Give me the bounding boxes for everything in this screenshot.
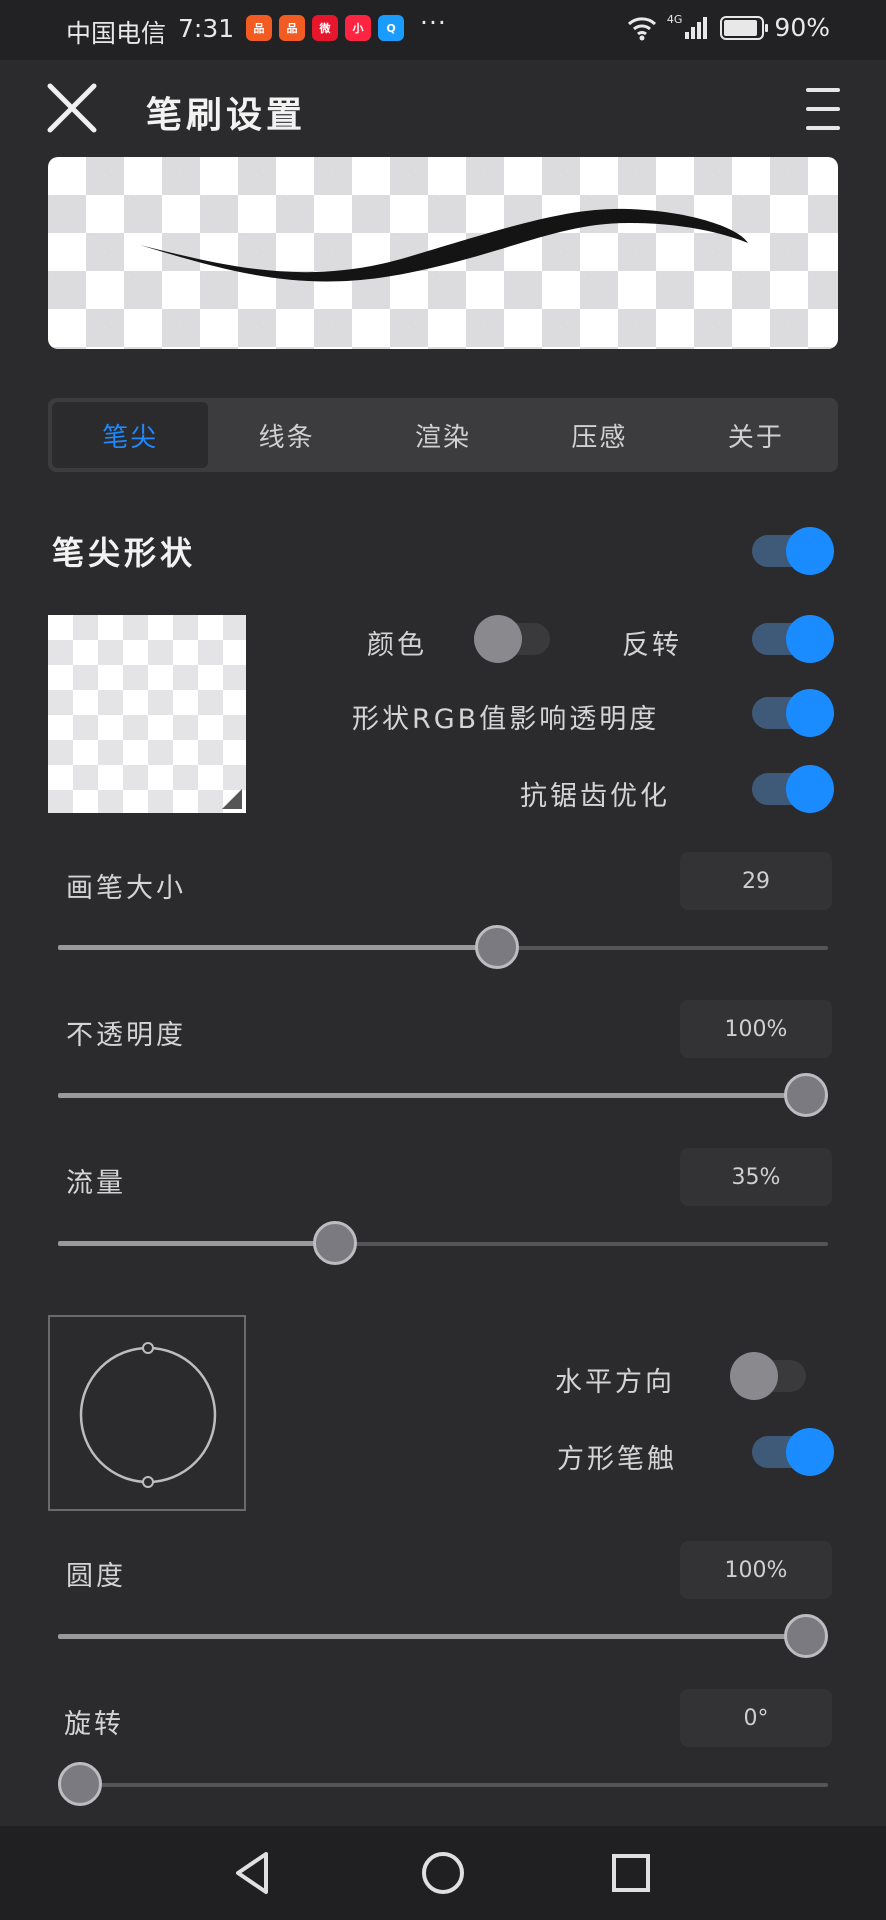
battery-level (724, 19, 757, 36)
nav-recents-button[interactable] (606, 1848, 656, 1898)
carrier-label: 中国电信 (66, 19, 167, 48)
slider-fill (58, 945, 497, 950)
flow-value-input[interactable]: 35% (680, 1148, 832, 1206)
invert-option-label: 反转 (622, 630, 682, 661)
system-indicators: 4G 90% (627, 13, 830, 42)
toggle-knob (474, 615, 522, 663)
nav-home-button[interactable] (418, 1848, 468, 1898)
status-bar: 中国电信 7:31 品品微小Q ··· 4G 90% (0, 0, 886, 60)
tab-0[interactable]: 笔尖 (52, 402, 209, 468)
xiaohongshu-icon: 小 (345, 15, 371, 41)
flow-label: 流量 (66, 1168, 126, 1199)
opacity-label: 不透明度 (66, 1020, 186, 1051)
roundness-label: 圆度 (66, 1561, 126, 1592)
close-icon (47, 83, 97, 133)
battery-icon (720, 15, 769, 40)
clock: 7:31 (178, 14, 235, 43)
slider-rail (58, 1783, 828, 1787)
stroke-preview (48, 157, 838, 349)
wifi-icon (627, 16, 656, 40)
toggle-knob (786, 1428, 834, 1476)
rotation-slider[interactable] (58, 1762, 828, 1808)
rotation-label: 旋转 (64, 1709, 124, 1740)
slider-thumb[interactable] (58, 1762, 102, 1806)
menu-icon (806, 88, 840, 92)
weibo-icon: 微 (312, 15, 338, 41)
roundness-slider[interactable] (58, 1614, 828, 1660)
more-notifications-icon: ··· (420, 8, 447, 37)
toggle-knob (786, 527, 834, 575)
brush-settings-screen: 中国电信 7:31 品品微小Q ··· 4G 90% 笔刷设置 笔尖 线条 渲染… (0, 0, 886, 1920)
antialias-toggle[interactable] (752, 765, 834, 813)
slider-thumb[interactable] (313, 1221, 357, 1265)
rgb-opacity-toggle[interactable] (752, 689, 834, 737)
color-toggle[interactable] (474, 615, 552, 663)
recents-square-icon (612, 1854, 650, 1892)
close-button[interactable] (46, 82, 98, 134)
square-tip-option-label: 方形笔触 (557, 1444, 677, 1475)
menu-icon-line (806, 107, 840, 111)
slider-thumb[interactable] (784, 1073, 828, 1117)
toggle-knob (786, 689, 834, 737)
tab-3[interactable]: 压感 (521, 402, 677, 468)
search-app-icon: Q (378, 15, 404, 41)
size-label: 画笔大小 (66, 873, 186, 904)
horizontal-option-label: 水平方向 (555, 1367, 675, 1398)
slider-fill (58, 1093, 828, 1098)
roundness-value-input[interactable]: 100% (680, 1541, 832, 1599)
menu-icon-line (806, 126, 840, 130)
home-circle-icon (422, 1852, 464, 1894)
slider-thumb[interactable] (475, 925, 519, 969)
size-value-input[interactable]: 29 (680, 852, 832, 910)
nav-back-button[interactable] (228, 1848, 278, 1898)
brush-stroke-preview (140, 208, 748, 282)
opacity-value-input[interactable]: 100% (680, 1000, 832, 1058)
battery-percent: 90% (774, 13, 830, 42)
tab-1[interactable]: 线条 (208, 402, 364, 468)
slider-fill (58, 1634, 828, 1639)
page-title: 笔刷设置 (146, 95, 307, 136)
square-tip-toggle[interactable] (752, 1428, 834, 1476)
tip-shape-thumbnail[interactable] (48, 615, 246, 813)
tip-ellipse-icon (79, 1342, 217, 1488)
antialias-option-label: 抗锯齿优化 (520, 781, 670, 812)
slider-fill (58, 1241, 335, 1246)
system-navigation-bar (0, 1826, 886, 1920)
horizontal-toggle[interactable] (730, 1352, 808, 1400)
tip-angle-preview[interactable] (48, 1315, 246, 1511)
rgb-opacity-option-label: 形状RGB值影响透明度 (352, 704, 660, 735)
tab-2[interactable]: 渲染 (365, 402, 521, 468)
size-slider[interactable] (58, 925, 828, 971)
resize-corner-icon (222, 789, 242, 809)
back-triangle-icon (236, 1852, 268, 1894)
signal-icon (685, 16, 708, 39)
tab-4[interactable]: 关于 (678, 402, 834, 468)
opacity-slider[interactable] (58, 1073, 828, 1119)
toggle-knob (730, 1352, 778, 1400)
toggle-knob (786, 615, 834, 663)
toggle-knob (786, 765, 834, 813)
network-type-label: 4G (666, 13, 683, 26)
tip-shape-title: 笔尖形状 (52, 534, 197, 572)
rotation-value-input[interactable]: 0° (680, 1689, 832, 1747)
color-option-label: 颜色 (367, 630, 427, 661)
settings-tabs: 笔尖 线条 渲染 压感 关于 (48, 398, 838, 472)
app-icon-2: 品 (279, 15, 305, 41)
tip-shape-toggle[interactable] (752, 527, 834, 575)
invert-toggle[interactable] (752, 615, 834, 663)
slider-thumb[interactable] (784, 1614, 828, 1658)
app-icon-1: 品 (246, 15, 272, 41)
menu-button[interactable] (806, 88, 840, 130)
notification-icons: 品品微小Q (246, 15, 404, 41)
flow-slider[interactable] (58, 1221, 828, 1267)
app-header: 笔刷设置 (0, 60, 886, 156)
